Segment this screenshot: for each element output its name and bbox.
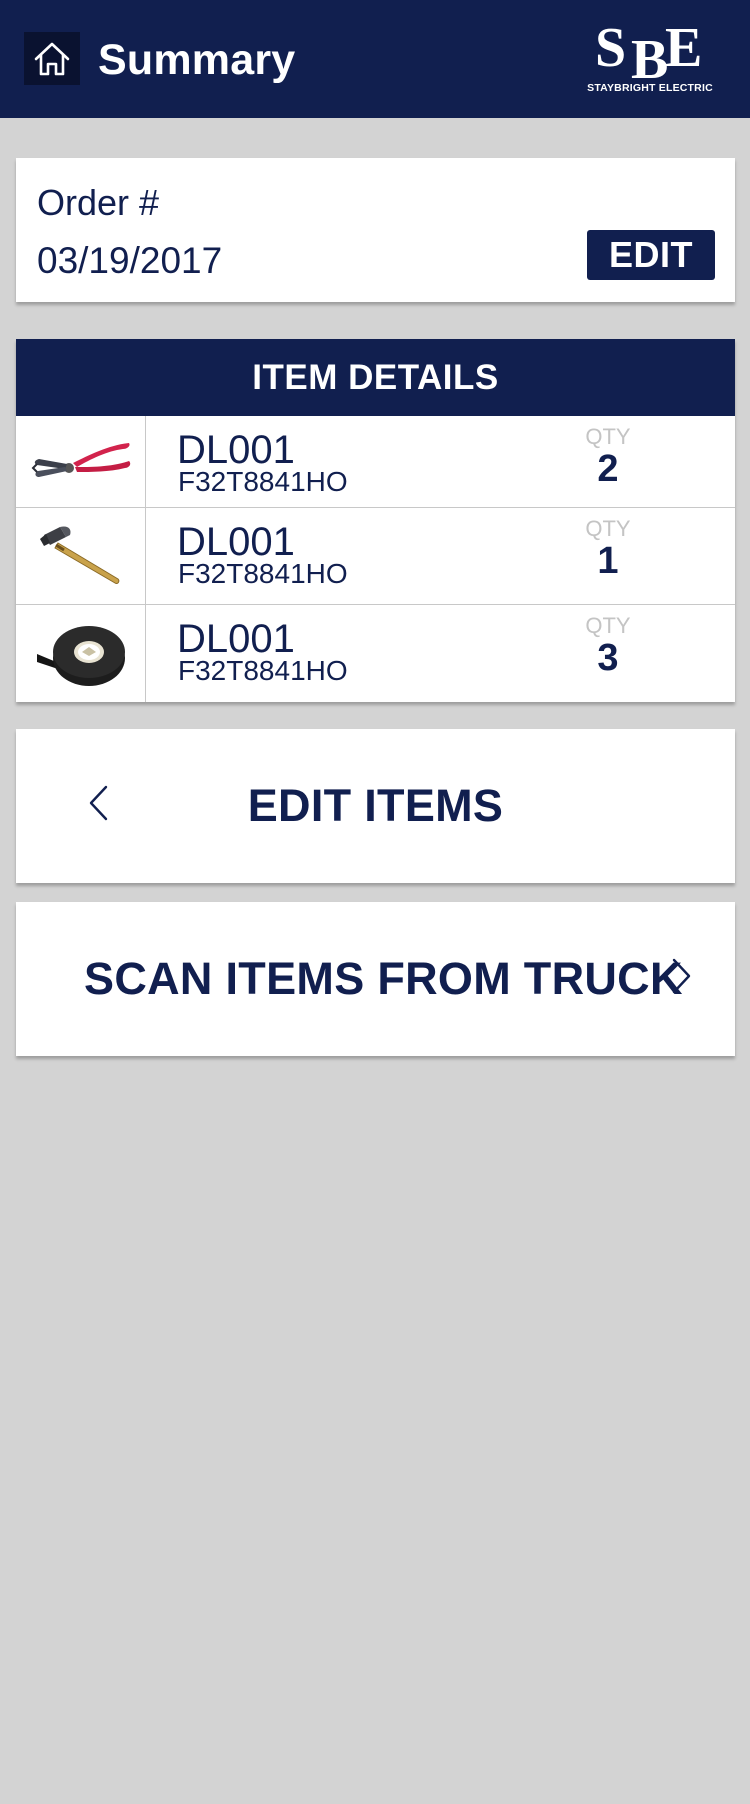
- wire-cutter-icon: [31, 442, 130, 477]
- order-date: 03/19/2017: [37, 240, 223, 281]
- qty-value: 2: [597, 448, 619, 490]
- logo-tagline: STAYBRIGHT ELECTRIC: [587, 82, 713, 94]
- qty-label: QTY: [585, 516, 631, 541]
- edit-order-button[interactable]: EDIT: [587, 230, 715, 280]
- hammer-icon: [39, 526, 119, 584]
- item-details-card: ITEM DETAILS DL001 F32T8841HO QTY 2 DL00…: [16, 339, 735, 702]
- order-card: Order # 03/19/2017 EDIT: [16, 158, 735, 302]
- scan-items-label: SCAN ITEMS FROM TRUCK: [84, 953, 683, 1004]
- item-code: DL001: [177, 617, 295, 661]
- item-thumbnail: [16, 508, 146, 604]
- qty-value: 1: [597, 540, 619, 582]
- edit-items-label: EDIT ITEMS: [247, 780, 504, 831]
- scan-items-from-truck-button[interactable]: SCAN ITEMS FROM TRUCK: [16, 902, 735, 1056]
- item-thumbnail: [16, 605, 146, 702]
- item-part-number: F32T8841HO: [178, 558, 348, 589]
- order-number-label: Order #: [37, 182, 160, 223]
- edit-items-button[interactable]: EDIT ITEMS: [16, 729, 735, 883]
- electrical-tape-icon: [36, 625, 125, 686]
- item-row[interactable]: DL001 F32T8841HO QTY 1: [16, 507, 735, 604]
- logo-letter-e: E: [665, 17, 703, 79]
- item-code: DL001: [177, 428, 295, 472]
- home-icon: [34, 42, 70, 75]
- qty-value: 3: [597, 637, 619, 679]
- item-code: DL001: [177, 520, 295, 564]
- logo-monogram: S B E: [585, 17, 715, 88]
- qty-label: QTY: [585, 424, 631, 449]
- item-row[interactable]: DL001 F32T8841HO QTY 3: [16, 604, 735, 702]
- logo-letter-s: S: [595, 17, 627, 79]
- item-part-number: F32T8841HO: [178, 466, 348, 497]
- app-header: Summary S B E STAYBRIGHT ELECTRIC: [0, 0, 750, 118]
- chevron-right-icon: [672, 958, 691, 994]
- item-thumbnail: [16, 416, 146, 507]
- item-details-title: ITEM DETAILS: [16, 339, 735, 416]
- item-row[interactable]: DL001 F32T8841HO QTY 2: [16, 416, 735, 507]
- item-part-number: F32T8841HO: [178, 655, 348, 686]
- logo-letter-b: B: [631, 29, 669, 91]
- staybright-logo: S B E STAYBRIGHT ELECTRIC: [585, 18, 715, 100]
- page-title: Summary: [98, 36, 296, 84]
- home-button[interactable]: [24, 32, 80, 85]
- qty-label: QTY: [585, 613, 631, 638]
